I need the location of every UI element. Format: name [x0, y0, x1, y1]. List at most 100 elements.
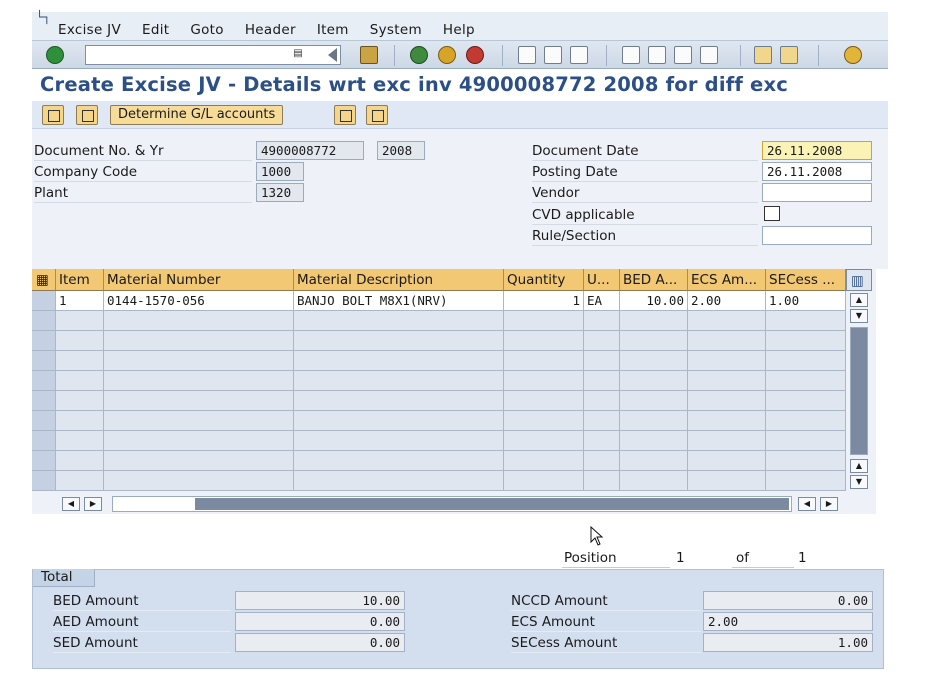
col-material-number[interactable]: Material Number	[104, 269, 294, 291]
empty-cell[interactable]	[104, 371, 294, 391]
shortcut-icon[interactable]	[780, 46, 798, 64]
empty-cell[interactable]	[620, 471, 688, 491]
cell-ecs-amount[interactable]: 2.00	[688, 291, 766, 311]
empty-cell[interactable]	[688, 471, 766, 491]
vertical-scroll-thumb[interactable]	[851, 328, 867, 454]
previous-page-icon[interactable]	[648, 46, 666, 64]
col-ecs-amount[interactable]: ECS Am...	[688, 269, 766, 291]
empty-cell[interactable]	[688, 351, 766, 371]
table-row[interactable]	[32, 371, 848, 391]
document-date-field[interactable]: 26.11.2008	[762, 141, 872, 160]
empty-cell[interactable]	[504, 391, 584, 411]
empty-cell[interactable]	[104, 351, 294, 371]
empty-cell[interactable]	[766, 391, 846, 411]
empty-cell[interactable]	[620, 431, 688, 451]
empty-cell[interactable]	[766, 431, 846, 451]
horizontal-scrollbar[interactable]: ◀ ▶ ◀ ▶	[62, 496, 842, 512]
position-current[interactable]: 1	[676, 550, 685, 566]
simulate-icon[interactable]	[366, 105, 388, 125]
empty-cell[interactable]	[504, 411, 584, 431]
empty-cell[interactable]	[294, 471, 504, 491]
vertical-scrollbar[interactable]: ▲ ▼ ▲ ▼	[848, 291, 870, 491]
menu-excise-jv[interactable]: Excise JV	[58, 22, 121, 38]
col-bed-amount[interactable]: BED A...	[620, 269, 688, 291]
empty-cell[interactable]	[688, 391, 766, 411]
rule-section-field[interactable]	[762, 226, 872, 245]
empty-cell[interactable]	[294, 371, 504, 391]
back-icon[interactable]	[410, 46, 428, 64]
empty-cell[interactable]	[688, 431, 766, 451]
menu-header[interactable]: Header	[245, 22, 296, 38]
empty-cell[interactable]	[504, 431, 584, 451]
empty-cell[interactable]	[294, 351, 504, 371]
scroll-up-icon[interactable]: ▲	[850, 293, 868, 307]
empty-cell[interactable]	[104, 431, 294, 451]
empty-cell[interactable]	[766, 371, 846, 391]
empty-cell[interactable]	[688, 311, 766, 331]
row-selector[interactable]	[32, 311, 56, 331]
horizontal-scroll-thumb[interactable]	[195, 498, 789, 510]
col-material-description[interactable]: Material Description	[294, 269, 504, 291]
cvd-applicable-checkbox[interactable]	[764, 206, 780, 221]
table-row[interactable]	[32, 351, 848, 371]
empty-cell[interactable]	[104, 331, 294, 351]
empty-cell[interactable]	[620, 451, 688, 471]
table-row[interactable]: 1 0144-1570-056 BANJO BOLT M8X1(NRV) 1 E…	[32, 291, 848, 311]
empty-cell[interactable]	[766, 331, 846, 351]
col-secess-amount[interactable]: SECess ...	[766, 269, 846, 291]
empty-cell[interactable]	[584, 471, 620, 491]
first-page-icon[interactable]	[622, 46, 640, 64]
column-config-icon[interactable]: ▥	[846, 269, 872, 291]
empty-cell[interactable]	[56, 351, 104, 371]
empty-cell[interactable]	[504, 471, 584, 491]
empty-cell[interactable]	[766, 411, 846, 431]
row-selector[interactable]	[32, 351, 56, 371]
find-icon[interactable]	[544, 46, 562, 64]
menu-system[interactable]: System	[370, 22, 422, 38]
cell-quantity[interactable]: 1	[504, 291, 584, 311]
menu-item[interactable]: Item	[317, 22, 349, 38]
find-next-icon[interactable]	[570, 46, 588, 64]
col-unit[interactable]: U...	[584, 269, 620, 291]
sap-menu-icon[interactable]: └┐	[36, 10, 50, 24]
empty-cell[interactable]	[688, 411, 766, 431]
empty-cell[interactable]	[766, 351, 846, 371]
horizontal-scroll-track[interactable]	[112, 496, 792, 512]
back-arrow-icon[interactable]	[328, 48, 337, 62]
print-preview-icon[interactable]	[76, 105, 98, 125]
empty-cell[interactable]	[584, 371, 620, 391]
col-item[interactable]: Item	[56, 269, 104, 291]
delete-icon[interactable]	[334, 105, 356, 125]
scroll-far-right-icon[interactable]: ▶	[820, 497, 838, 511]
enter-icon[interactable]	[46, 46, 64, 64]
empty-cell[interactable]	[56, 451, 104, 471]
determine-gl-accounts-button[interactable]: Determine G/L accounts	[110, 105, 284, 125]
empty-cell[interactable]	[766, 451, 846, 471]
empty-cell[interactable]	[620, 331, 688, 351]
row-selector[interactable]	[32, 451, 56, 471]
empty-cell[interactable]	[56, 331, 104, 351]
row-selector[interactable]	[32, 331, 56, 351]
empty-cell[interactable]	[620, 311, 688, 331]
empty-cell[interactable]	[584, 451, 620, 471]
cell-material-description[interactable]: BANJO BOLT M8X1(NRV)	[294, 291, 504, 311]
table-row[interactable]	[32, 391, 848, 411]
table-row[interactable]	[32, 411, 848, 431]
vendor-field[interactable]	[762, 183, 872, 202]
empty-cell[interactable]	[688, 371, 766, 391]
empty-cell[interactable]	[766, 311, 846, 331]
empty-cell[interactable]	[104, 451, 294, 471]
row-selector[interactable]	[32, 411, 56, 431]
empty-cell[interactable]	[504, 331, 584, 351]
cell-material-number[interactable]: 0144-1570-056	[104, 291, 294, 311]
empty-cell[interactable]	[504, 311, 584, 331]
empty-cell[interactable]	[56, 431, 104, 451]
cell-secess-amount[interactable]: 1.00	[766, 291, 846, 311]
save-icon[interactable]	[360, 46, 378, 64]
empty-cell[interactable]	[294, 391, 504, 411]
empty-cell[interactable]	[584, 391, 620, 411]
cell-bed-amount[interactable]: 10.00	[620, 291, 688, 311]
table-row[interactable]	[32, 331, 848, 351]
empty-cell[interactable]	[294, 311, 504, 331]
empty-cell[interactable]	[620, 371, 688, 391]
